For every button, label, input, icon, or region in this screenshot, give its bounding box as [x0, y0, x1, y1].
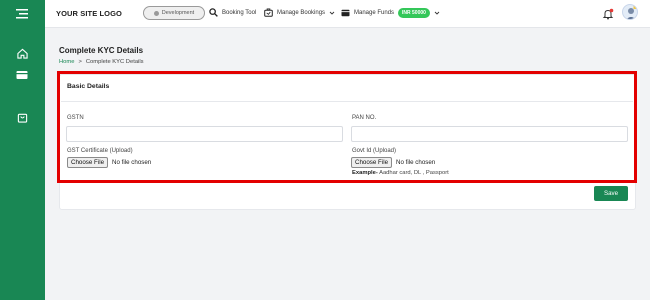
search-icon — [209, 8, 218, 17]
govt-id-upload: Choose File No file chosen — [351, 157, 435, 168]
nav-manage-funds-label: Manage Funds — [354, 10, 395, 16]
gst-certificate-file-status: No file chosen — [112, 159, 152, 166]
site-logo[interactable]: YOUR SITE LOGO — [56, 9, 122, 18]
breadcrumb-current: Complete KYC Details — [85, 59, 144, 65]
environment-badge: Development — [143, 6, 205, 20]
breadcrumb: Home > Complete KYC Details — [59, 59, 144, 65]
chevron-down-icon — [329, 11, 335, 15]
user-avatar[interactable] — [622, 4, 638, 20]
govt-id-hint: Example- Aadhar card, DL , Passport — [352, 170, 449, 176]
hint-prefix: Example- — [352, 170, 378, 176]
environment-label: Development — [161, 10, 195, 16]
nav-booking-tool[interactable]: Booking Tool — [209, 8, 256, 17]
save-button[interactable]: Save — [594, 186, 628, 201]
funds-balance-badge: INR 50000 — [398, 8, 430, 18]
menu-toggle-icon[interactable] — [15, 7, 29, 21]
breadcrumb-separator: > — [78, 59, 82, 65]
wallet-icon[interactable] — [15, 68, 29, 82]
nav-booking-tool-label: Booking Tool — [222, 9, 257, 16]
govt-id-label: Govt Id (Upload) — [352, 148, 397, 154]
nav-manage-funds[interactable]: Manage Funds INR 50000 — [341, 8, 440, 18]
kyc-form-card — [59, 74, 636, 210]
page-title: Complete KYC Details — [59, 46, 144, 55]
section-title: Basic Details — [67, 83, 110, 90]
section-divider — [61, 101, 633, 102]
top-navbar: YOUR SITE LOGO Development Booking Tool … — [45, 0, 650, 28]
gstn-input[interactable] — [66, 126, 343, 142]
sidebar — [0, 0, 45, 300]
hint-text: Aadhar card, DL , Passport — [377, 170, 449, 176]
home-icon[interactable] — [15, 46, 29, 60]
pan-label: PAN NO. — [352, 115, 377, 121]
pan-input[interactable] — [351, 126, 628, 142]
shopping-bag-icon[interactable] — [15, 110, 29, 124]
nav-manage-bookings-label: Manage Bookings — [277, 9, 326, 16]
breadcrumb-home-link[interactable]: Home — [59, 59, 74, 65]
notification-bell-icon[interactable] — [602, 7, 614, 20]
status-dot-icon — [153, 10, 159, 16]
wallet-icon — [341, 9, 350, 17]
gst-certificate-label: GST Certificate (Upload) — [67, 148, 133, 154]
briefcase-icon — [264, 8, 273, 17]
gst-certificate-upload: Choose File No file chosen — [67, 157, 151, 168]
gstn-label: GSTN — [67, 115, 84, 121]
gst-certificate-choose-file-button[interactable]: Choose File — [67, 157, 109, 168]
nav-manage-bookings[interactable]: Manage Bookings — [264, 8, 335, 17]
chevron-down-icon — [434, 11, 440, 15]
govt-id-file-status: No file chosen — [396, 159, 436, 166]
govt-id-choose-file-button[interactable]: Choose File — [351, 157, 393, 168]
